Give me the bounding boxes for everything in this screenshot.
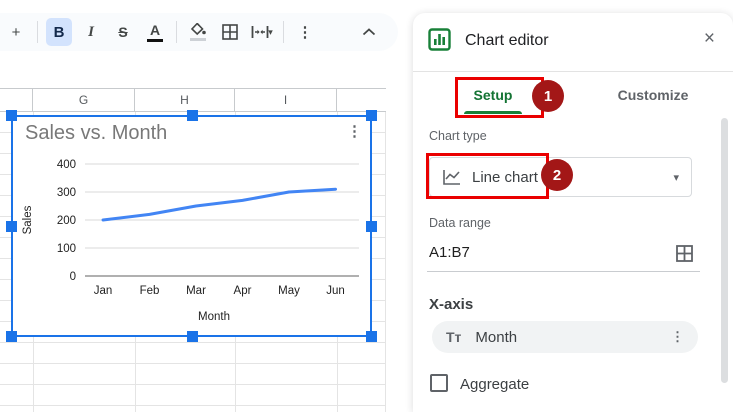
chart-title: Sales vs. Month [25, 122, 167, 145]
strikethrough-button[interactable]: S [110, 18, 136, 46]
italic-button[interactable]: I [78, 18, 104, 46]
toolbar-divider [176, 21, 177, 43]
merge-cells-icon [251, 25, 269, 39]
panel-header: Chart editor × [413, 13, 733, 71]
svg-text:Feb: Feb [140, 285, 160, 297]
fill-color-button[interactable] [185, 18, 211, 46]
embedded-chart[interactable]: 0 100 200 300 400 Jan Feb Mar Apr May Jun Sales Mont… [11, 115, 372, 337]
fill-color-icon [190, 23, 206, 41]
bold-button[interactable]: B [46, 18, 72, 46]
column-header-partial[interactable] [337, 89, 386, 111]
merge-caret-icon: ▾ [268, 27, 273, 38]
annotation-rect-line-chart [426, 153, 549, 199]
column-headers: G H I [0, 88, 386, 112]
text-format-icon: Tт [446, 329, 461, 345]
tab-customize[interactable]: Customize [573, 72, 733, 118]
svg-text:400: 400 [57, 159, 76, 171]
toolbar-divider [37, 21, 38, 43]
svg-text:Sales: Sales [22, 205, 34, 234]
x-axis-field[interactable]: Tт Month ⋮ [432, 321, 698, 353]
strikethrough-icon: S [118, 24, 127, 40]
aggregate-checkbox[interactable] [430, 374, 448, 392]
tab-customize-label: Customize [618, 87, 689, 103]
chart-type-label: Chart type [429, 129, 487, 143]
data-range-input[interactable]: A1:B7 [429, 244, 470, 261]
annotation-rect-setup [455, 77, 544, 118]
svg-text:Jan: Jan [94, 285, 113, 297]
data-range-label: Data range [429, 216, 491, 230]
svg-text:May: May [278, 285, 300, 297]
annotation-badge-2: 2 [541, 159, 573, 191]
resize-handle-bottom-right[interactable] [366, 331, 377, 342]
svg-text:200: 200 [57, 215, 76, 227]
resize-handle-top-right[interactable] [366, 110, 377, 121]
svg-text:0: 0 [70, 271, 76, 283]
italic-icon: I [88, 24, 94, 41]
chart-editor-panel: Chart editor × Setup Customize Chart typ… [413, 13, 733, 412]
aggregate-label: Aggregate [460, 376, 529, 393]
svg-text:Apr: Apr [234, 285, 252, 297]
more-vertical-icon: ⋮ [298, 23, 313, 41]
column-header-g[interactable]: G [33, 89, 135, 111]
x-axis-heading: X-axis [429, 296, 473, 313]
resize-handle-bottom-mid[interactable] [187, 331, 198, 342]
toolbar-divider [283, 21, 284, 43]
collapse-toolbar-button[interactable] [356, 18, 382, 46]
resize-handle-top-left[interactable] [6, 110, 17, 121]
svg-text:Month: Month [198, 311, 230, 323]
column-header-h[interactable]: H [135, 89, 235, 111]
select-data-range-icon[interactable] [676, 245, 693, 262]
chart-plot: 0 100 200 300 400 Jan Feb Mar Apr May Jun Sales Mont… [13, 117, 370, 335]
x-axis-menu-icon[interactable]: ⋮ [671, 329, 684, 345]
resize-handle-left-mid[interactable] [6, 221, 17, 232]
google-sheets-window: + B I S A ▾ ⋮ [0, 0, 733, 412]
data-range-underline [427, 271, 700, 272]
insert-plus-button[interactable]: + [3, 18, 29, 46]
resize-handle-top-mid[interactable] [187, 110, 198, 121]
chart-menu-button[interactable]: ⋮ [347, 124, 362, 139]
text-color-button[interactable]: A [142, 18, 168, 46]
merge-cells-button[interactable]: ▾ [249, 18, 275, 46]
caret-down-icon: ▾ [673, 171, 679, 184]
annotation-badge-1: 1 [532, 80, 564, 112]
close-icon[interactable]: × [704, 28, 715, 50]
borders-button[interactable] [217, 18, 243, 46]
x-axis-value: Month [475, 329, 517, 346]
chevron-up-icon [362, 28, 376, 36]
column-header-i[interactable]: I [235, 89, 337, 111]
text-color-icon: A [147, 23, 163, 42]
svg-text:Jun: Jun [326, 285, 345, 297]
panel-scrollbar[interactable] [721, 118, 728, 383]
column-header-partial[interactable] [0, 89, 33, 111]
plus-icon: + [12, 24, 21, 41]
more-options-button[interactable]: ⋮ [292, 18, 318, 46]
toolbar: + B I S A ▾ ⋮ [0, 13, 398, 51]
svg-text:Mar: Mar [186, 285, 206, 297]
panel-title: Chart editor [465, 32, 549, 50]
gridline [385, 112, 386, 412]
bold-icon: B [54, 24, 65, 41]
svg-text:100: 100 [57, 243, 76, 255]
chart-editor-icon [428, 28, 451, 51]
svg-text:300: 300 [57, 187, 76, 199]
resize-handle-right-mid[interactable] [366, 221, 377, 232]
resize-handle-bottom-left[interactable] [6, 331, 17, 342]
borders-icon [222, 24, 238, 40]
